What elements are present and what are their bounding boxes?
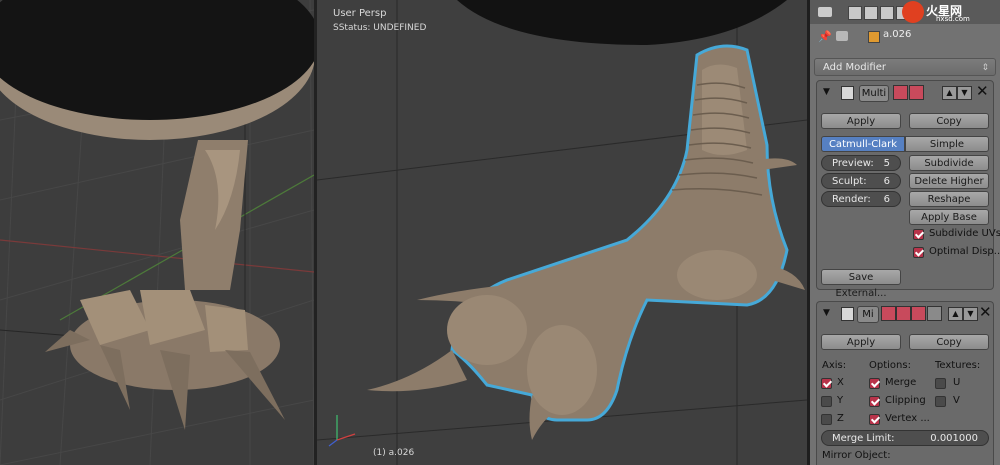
mirror-copy-button[interactable]: Copy (909, 334, 989, 350)
merge-limit-field[interactable]: Merge Limit: 0.001000 (821, 430, 989, 446)
apply-base-button[interactable]: Apply Base (909, 209, 989, 225)
axis-z-checkbox[interactable] (821, 414, 832, 425)
pin-icon[interactable]: 📌 (818, 30, 832, 43)
watermark-logo (902, 1, 924, 23)
axis-label: Axis: (822, 360, 847, 371)
reshape-button[interactable]: Reshape (909, 191, 989, 207)
axis-z-label: Z (837, 413, 844, 424)
merge-checkbox[interactable] (869, 378, 880, 389)
texture-v-label: V (953, 395, 960, 406)
editmode-toggle-icon[interactable] (911, 306, 926, 321)
axis-y-label: Y (837, 395, 844, 406)
axis-y-checkbox[interactable] (821, 396, 832, 407)
merge-label: Merge (885, 377, 917, 388)
render-levels-field[interactable]: Render: 6 (821, 191, 901, 207)
render-toggle-icon[interactable] (893, 85, 908, 100)
clipping-label: Clipping (885, 395, 926, 406)
multires-apply-button[interactable]: Apply (821, 113, 901, 129)
multires-name-field[interactable]: Multi (859, 85, 889, 102)
vertex-groups-checkbox[interactable] (869, 414, 880, 425)
properties-panel: 火星网 hxsd.com 📌 a.026 Add Modifier ⇕ ▼ Mu… (810, 0, 1000, 465)
render-toggle-icon[interactable] (881, 306, 896, 321)
preview-levels-field[interactable]: Preview: 5 (821, 155, 901, 171)
mirror-name-field[interactable]: Mi (857, 306, 879, 323)
axis-x-label: X (837, 377, 844, 388)
world-icon[interactable] (880, 6, 894, 20)
subdivide-uvs-label: Subdivide UVs (929, 228, 1000, 239)
viewport-left-canvas (0, 0, 314, 465)
sculpt-value: 6 (883, 176, 890, 187)
subdivide-uvs-checkbox[interactable] (913, 229, 924, 240)
mirror-object-label: Mirror Object: (822, 450, 891, 461)
save-external-button[interactable]: Save External... (821, 269, 901, 299)
viewport-toggle-icon[interactable] (896, 306, 911, 321)
texture-u-checkbox[interactable] (935, 378, 946, 389)
sculpt-levels-field[interactable]: Sculpt: 6 (821, 173, 901, 189)
render-label: Render: (832, 194, 871, 205)
preview-value: 5 (883, 158, 890, 169)
render-value: 6 (883, 194, 890, 205)
optimal-display-label: Optimal Disp... (929, 246, 1000, 257)
viewport-toggle-icon[interactable] (909, 85, 924, 100)
collapse-icon[interactable]: ▼ (823, 308, 830, 318)
object-name: a.026 (883, 29, 912, 40)
mirror-modifier-panel: ▼ Mi ▲ ▼ ✕ Apply Copy Axis: Options: Tex… (816, 301, 994, 465)
watermark-text: hxsd.com (936, 15, 970, 23)
cage-toggle-icon[interactable] (927, 306, 942, 321)
axis-x-checkbox[interactable] (821, 378, 832, 389)
object-label: (1) a.026 (373, 448, 415, 458)
mirror-apply-button[interactable]: Apply (821, 334, 901, 350)
remove-modifier-icon[interactable]: ✕ (979, 303, 992, 321)
delete-higher-button[interactable]: Delete Higher (909, 173, 989, 189)
render-icon[interactable] (848, 6, 862, 20)
textures-label: Textures: (935, 360, 981, 371)
options-label: Options: (869, 360, 911, 371)
move-down-icon[interactable]: ▼ (957, 86, 972, 100)
clipping-checkbox[interactable] (869, 396, 880, 407)
subdivide-button[interactable]: Subdivide (909, 155, 989, 171)
multires-icon (841, 86, 854, 100)
multires-copy-button[interactable]: Copy (909, 113, 989, 129)
optimal-display-checkbox[interactable] (913, 247, 924, 258)
mirror-icon (841, 307, 854, 321)
viewport-right-canvas (317, 0, 807, 465)
merge-limit-label: Merge Limit: (832, 433, 895, 444)
context-bar: 📌 a.026 (810, 24, 1000, 48)
mesh-object-icon (868, 31, 880, 43)
viewport-3d[interactable]: User Persp SStatus: UNDEFINED (1) a.026 (317, 0, 807, 465)
tab-catmull-clark[interactable]: Catmull-Clark (821, 136, 905, 152)
vertex-groups-label: Vertex ... (885, 413, 930, 424)
viewport-left[interactable] (0, 0, 314, 465)
remove-modifier-icon[interactable]: ✕ (976, 82, 989, 100)
texture-v-checkbox[interactable] (935, 396, 946, 407)
dropdown-arrow-icon: ⇕ (981, 63, 989, 73)
add-modifier-label: Add Modifier (823, 62, 886, 73)
panel-header: 火星网 hxsd.com (810, 0, 1000, 25)
sculpt-label: Sculpt: (832, 176, 867, 187)
add-modifier-dropdown[interactable]: Add Modifier ⇕ (814, 58, 996, 76)
move-down-icon[interactable]: ▼ (963, 307, 978, 321)
move-up-icon[interactable]: ▲ (948, 307, 963, 321)
scene-icon[interactable] (864, 6, 878, 20)
status-label: SStatus: UNDEFINED (333, 23, 427, 33)
preview-label: Preview: (832, 158, 874, 169)
merge-limit-value: 0.001000 (930, 433, 978, 444)
scene-link-icon (836, 31, 848, 41)
view-name-label: User Persp (333, 8, 387, 19)
move-up-icon[interactable]: ▲ (942, 86, 957, 100)
texture-u-label: U (953, 377, 961, 388)
editor-type-icon[interactable] (818, 7, 832, 17)
multires-modifier-panel: ▼ Multi ▲ ▼ ✕ Apply Copy Catmull-Clark S… (816, 80, 1000, 299)
collapse-icon[interactable]: ▼ (823, 87, 830, 97)
tab-simple[interactable]: Simple (905, 136, 989, 152)
